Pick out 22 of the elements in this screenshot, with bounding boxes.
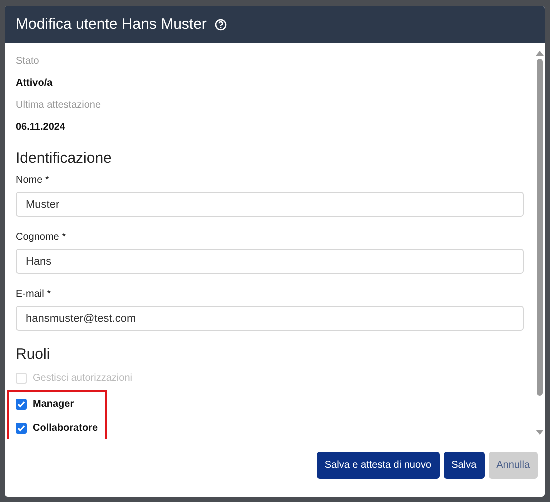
- field-value: 06.11.2024: [16, 121, 66, 135]
- field-label: E-mail *: [16, 288, 52, 302]
- field-label: Stato: [16, 55, 40, 69]
- checkbox-label: Manager: [33, 398, 74, 410]
- button[interactable]: Salva: [444, 452, 485, 478]
- input-field[interactable]: Hans: [16, 249, 524, 274]
- checkbox-label: Collaboratore: [33, 422, 98, 434]
- field-label: Cognome *: [16, 231, 68, 245]
- field-label: Ultima attestazione: [16, 99, 102, 113]
- button[interactable]: Salva e attesta di nuovo: [316, 452, 440, 478]
- input-field[interactable]: Muster: [16, 192, 524, 217]
- checkbox-label: Gestisci autorizzazioni: [33, 372, 132, 384]
- checkbox[interactable]: [16, 422, 27, 434]
- dialog-title: Modifica utente Hans Muster: [16, 16, 207, 33]
- input-field[interactable]: hansmuster@test.com: [16, 306, 524, 331]
- field-value: Attivo/a: [16, 77, 54, 91]
- field-label: Nome *: [16, 174, 50, 188]
- help-icon[interactable]: [214, 18, 227, 30]
- section-heading: Ruoli: [16, 345, 52, 365]
- button[interactable]: Annulla: [488, 452, 538, 478]
- checkbox[interactable]: [16, 398, 27, 410]
- section-heading: Identificazione: [16, 149, 113, 169]
